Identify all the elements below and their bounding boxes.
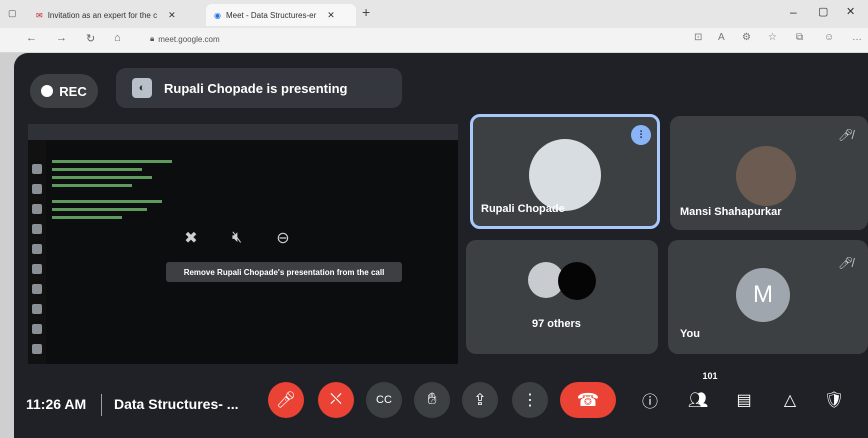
maximize-icon[interactable]: ▢ [818, 5, 828, 18]
window-menu-icon[interactable]: ▢ [8, 8, 17, 19]
dock-app-icon [32, 324, 42, 334]
browser-tab-meet[interactable]: ◉ Meet - Data Structures-er ✕ [206, 4, 356, 26]
remove-icon[interactable]: ⊖ [270, 225, 296, 251]
chat-icon: ▤ [736, 392, 752, 409]
mic-off-icon: 🎤︎̸ [838, 256, 854, 270]
people-icon: 👥︎ [687, 392, 709, 409]
activities-button[interactable]: △ [772, 382, 808, 418]
participant-avatar [529, 139, 601, 211]
camera-off-icon: ⛌ [330, 391, 342, 408]
forward-icon[interactable]: → [56, 32, 67, 44]
record-dot-icon [41, 85, 54, 97]
back-icon[interactable]: ← [26, 32, 37, 44]
meeting-details-button[interactable]: ⓘ [632, 382, 668, 418]
raise-hand-button[interactable]: ✋︎ [414, 382, 450, 418]
url-field[interactable]: 🔒︎ meet.google.com [150, 31, 480, 47]
presentation-controls: ✖ 🔇︎ ⊖ [178, 225, 308, 251]
end-call-button[interactable]: ☎ [560, 382, 616, 418]
shared-window-titlebar [28, 124, 458, 140]
settings-icon[interactable]: ⚙ [742, 32, 751, 43]
profile-icon[interactable]: ☺ [824, 32, 834, 43]
end-call-icon: ☎ [576, 389, 600, 410]
dock-app-icon [32, 204, 42, 214]
mic-off-icon: 🎤︎̸ [838, 128, 854, 142]
collections-icon[interactable]: ⧉ [796, 32, 803, 43]
more-icon[interactable]: … [852, 32, 862, 43]
pin-off-icon[interactable]: ✖ [178, 225, 204, 251]
terminal-line [52, 208, 147, 211]
favorite-icon[interactable]: ☆ [768, 32, 777, 43]
more-options-button[interactable]: ⋮ [512, 382, 548, 418]
dock-app-icon [32, 184, 42, 194]
dock-app-icon [32, 284, 42, 294]
close-tab-icon[interactable]: ✕ [327, 10, 335, 21]
dock-app-icon [32, 244, 42, 254]
dock-app-icon [32, 224, 42, 234]
meeting-time: 11:26 AM [26, 396, 87, 412]
read-aloud-icon[interactable]: A [718, 32, 725, 43]
extension-icon[interactable]: ⊡ [694, 32, 702, 43]
browser-tab-invitation[interactable]: ✉ Invitation as an expert for the c ✕ [28, 4, 198, 26]
presenting-banner: ◐ Rupali Chopade is presenting [116, 68, 402, 108]
dock-app-icon [32, 264, 42, 274]
participant-count-badge: 101 [700, 368, 720, 384]
meet-favicon-icon: ◉ [214, 10, 221, 20]
meeting-title: Data Structures- ... [114, 396, 239, 412]
host-controls-icon: 🛡︎ [823, 392, 845, 409]
mail-favicon-icon: ✉ [36, 10, 43, 20]
home-icon[interactable]: ⌂ [114, 32, 121, 44]
terminal-line [52, 168, 142, 171]
participant-tile[interactable]: 🎤︎̸ Mansi Shahapurkar [670, 116, 868, 230]
participant-avatar [736, 146, 796, 206]
chat-button[interactable]: ▤ [726, 382, 762, 418]
captions-icon: CC [376, 394, 392, 406]
participant-avatar [558, 262, 596, 300]
terminal-line [52, 160, 172, 163]
present-button[interactable]: ⇪ [462, 382, 498, 418]
lock-icon: 🔒︎ [150, 34, 155, 43]
self-avatar: M [736, 268, 790, 322]
close-window-icon[interactable]: ✕ [846, 5, 855, 18]
mute-audio-icon[interactable]: 🔇︎ [224, 225, 250, 251]
browser-tab-bar: ▢ ✉ Invitation as an expert for the c ✕ … [0, 0, 868, 28]
dock-app-icon [32, 164, 42, 174]
people-button[interactable]: 👥︎ [680, 382, 716, 418]
presenter-thumbnail-icon: ◐ [132, 78, 152, 98]
present-icon: ⇪ [473, 392, 487, 409]
terminal-line [52, 216, 122, 219]
others-tile[interactable]: 97 others [466, 240, 658, 354]
raise-hand-icon: ✋︎ [427, 391, 437, 408]
shared-dock [28, 140, 46, 364]
host-controls-button[interactable]: 🛡︎ [816, 382, 852, 418]
dock-app-icon [32, 304, 42, 314]
participant-tile-active[interactable]: ⫶ Rupali Chopade [470, 114, 660, 229]
captions-button[interactable]: CC [366, 382, 402, 418]
remove-presentation-tooltip: Remove Rupali Chopade's presentation fro… [166, 262, 402, 282]
mic-off-button[interactable]: 🎤︎ [268, 382, 304, 418]
terminal-line [52, 200, 162, 203]
info-icon: ⓘ [641, 394, 658, 411]
self-tile[interactable]: M 🎤︎̸ You [668, 240, 868, 354]
divider [101, 394, 102, 416]
reload-icon[interactable]: ↻ [86, 32, 95, 45]
camera-off-button[interactable]: ⛌ [318, 382, 354, 418]
terminal-line [52, 176, 152, 179]
minimize-icon[interactable]: – [790, 5, 797, 19]
more-options-icon: ⋮ [522, 392, 538, 409]
terminal-line [52, 184, 132, 187]
close-tab-icon[interactable]: ✕ [168, 10, 176, 21]
mic-off-icon: 🎤︎ [275, 392, 297, 409]
activities-icon: △ [783, 392, 797, 409]
new-tab-icon[interactable]: + [362, 4, 370, 20]
recording-indicator: REC [30, 74, 98, 108]
dock-app-icon [32, 344, 42, 354]
speaking-indicator-icon: ⫶ [631, 125, 651, 145]
